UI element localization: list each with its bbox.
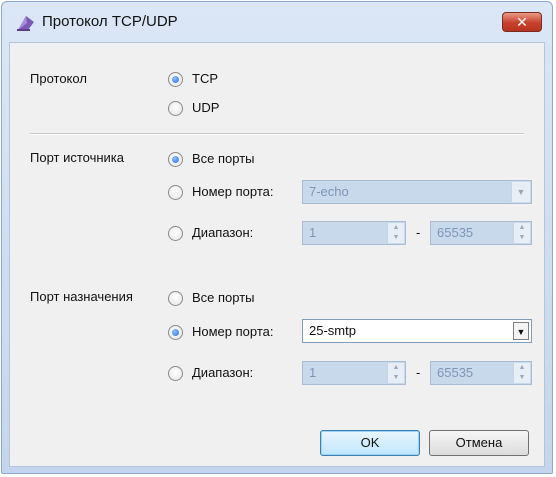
spin-up-icon[interactable]: ▲	[388, 363, 404, 373]
separator	[30, 133, 524, 135]
ok-button[interactable]: OK	[320, 430, 420, 456]
protocol-udp-label[interactable]: UDP	[192, 100, 219, 115]
window-title: Протокол TCP/UDP	[42, 13, 178, 30]
spin-down-icon[interactable]: ▼	[514, 233, 530, 243]
destination-all-ports-label[interactable]: Все порты	[192, 290, 255, 305]
chevron-down-icon[interactable]: ▼	[511, 182, 530, 202]
close-button[interactable]: ✕	[502, 12, 542, 32]
source-range-to-input[interactable]: 65535 ▲ ▼	[430, 221, 532, 245]
source-all-ports-label[interactable]: Все порты	[192, 151, 255, 166]
source-port-number-value: 7-echo	[309, 184, 349, 199]
source-range-from-value: 1	[309, 225, 317, 240]
source-range-to-value: 65535	[437, 225, 474, 240]
dialog-content: Протокол TCP UDP Порт источника Все порт…	[9, 42, 545, 467]
destination-port-label: Порт назначения	[30, 289, 133, 304]
protocol-tcp-radio[interactable]	[168, 72, 183, 87]
spin-up-icon[interactable]: ▲	[514, 363, 530, 373]
source-range-dash: -	[416, 225, 421, 240]
destination-range-radio[interactable]	[168, 366, 183, 381]
chevron-down-icon[interactable]: ▼	[513, 322, 529, 340]
destination-range-to-value: 65535	[437, 365, 474, 380]
protocol-label: Протокол	[30, 71, 87, 86]
destination-range-to-input[interactable]: 65535 ▲ ▼	[430, 361, 532, 385]
destination-range-label[interactable]: Диапазон:	[192, 365, 253, 380]
spin-down-icon[interactable]: ▼	[514, 373, 530, 383]
source-port-number-radio[interactable]	[168, 185, 183, 200]
source-range-radio[interactable]	[168, 226, 183, 241]
source-range-to-spinner[interactable]: ▲ ▼	[513, 223, 530, 243]
protocol-udp-radio[interactable]	[168, 101, 183, 116]
destination-range-to-spinner[interactable]: ▲ ▼	[513, 363, 530, 383]
destination-port-number-select[interactable]: 25-smtp ▼	[302, 319, 532, 343]
close-icon: ✕	[516, 14, 528, 30]
destination-range-from-input[interactable]: 1 ▲ ▼	[302, 361, 406, 385]
source-port-number-label[interactable]: Номер порта:	[192, 184, 274, 199]
source-range-from-spinner[interactable]: ▲ ▼	[387, 223, 404, 243]
dialog-window: Протокол TCP/UDP ✕ Протокол TCP UDP Порт…	[1, 1, 553, 474]
source-all-ports-radio[interactable]	[168, 152, 183, 167]
spin-up-icon[interactable]: ▲	[514, 223, 530, 233]
cancel-button[interactable]: Отмена	[429, 430, 529, 456]
destination-range-dash: -	[416, 365, 421, 380]
title-bar: Протокол TCP/UDP ✕	[2, 2, 552, 42]
protocol-tcp-label[interactable]: TCP	[192, 71, 218, 86]
source-range-label[interactable]: Диапазон:	[192, 225, 253, 240]
destination-port-number-radio[interactable]	[168, 325, 183, 340]
destination-port-number-value: 25-smtp	[309, 323, 356, 338]
source-range-from-input[interactable]: 1 ▲ ▼	[302, 221, 406, 245]
source-port-label: Порт источника	[30, 150, 125, 165]
destination-all-ports-radio[interactable]	[168, 291, 183, 306]
spin-up-icon[interactable]: ▲	[388, 223, 404, 233]
destination-port-number-label[interactable]: Номер порта:	[192, 324, 274, 339]
protocol-icon	[17, 16, 34, 31]
destination-range-from-spinner[interactable]: ▲ ▼	[387, 363, 404, 383]
destination-range-from-value: 1	[309, 365, 317, 380]
spin-down-icon[interactable]: ▼	[388, 233, 404, 243]
spin-down-icon[interactable]: ▼	[388, 373, 404, 383]
source-port-number-select[interactable]: 7-echo ▼	[302, 180, 532, 204]
